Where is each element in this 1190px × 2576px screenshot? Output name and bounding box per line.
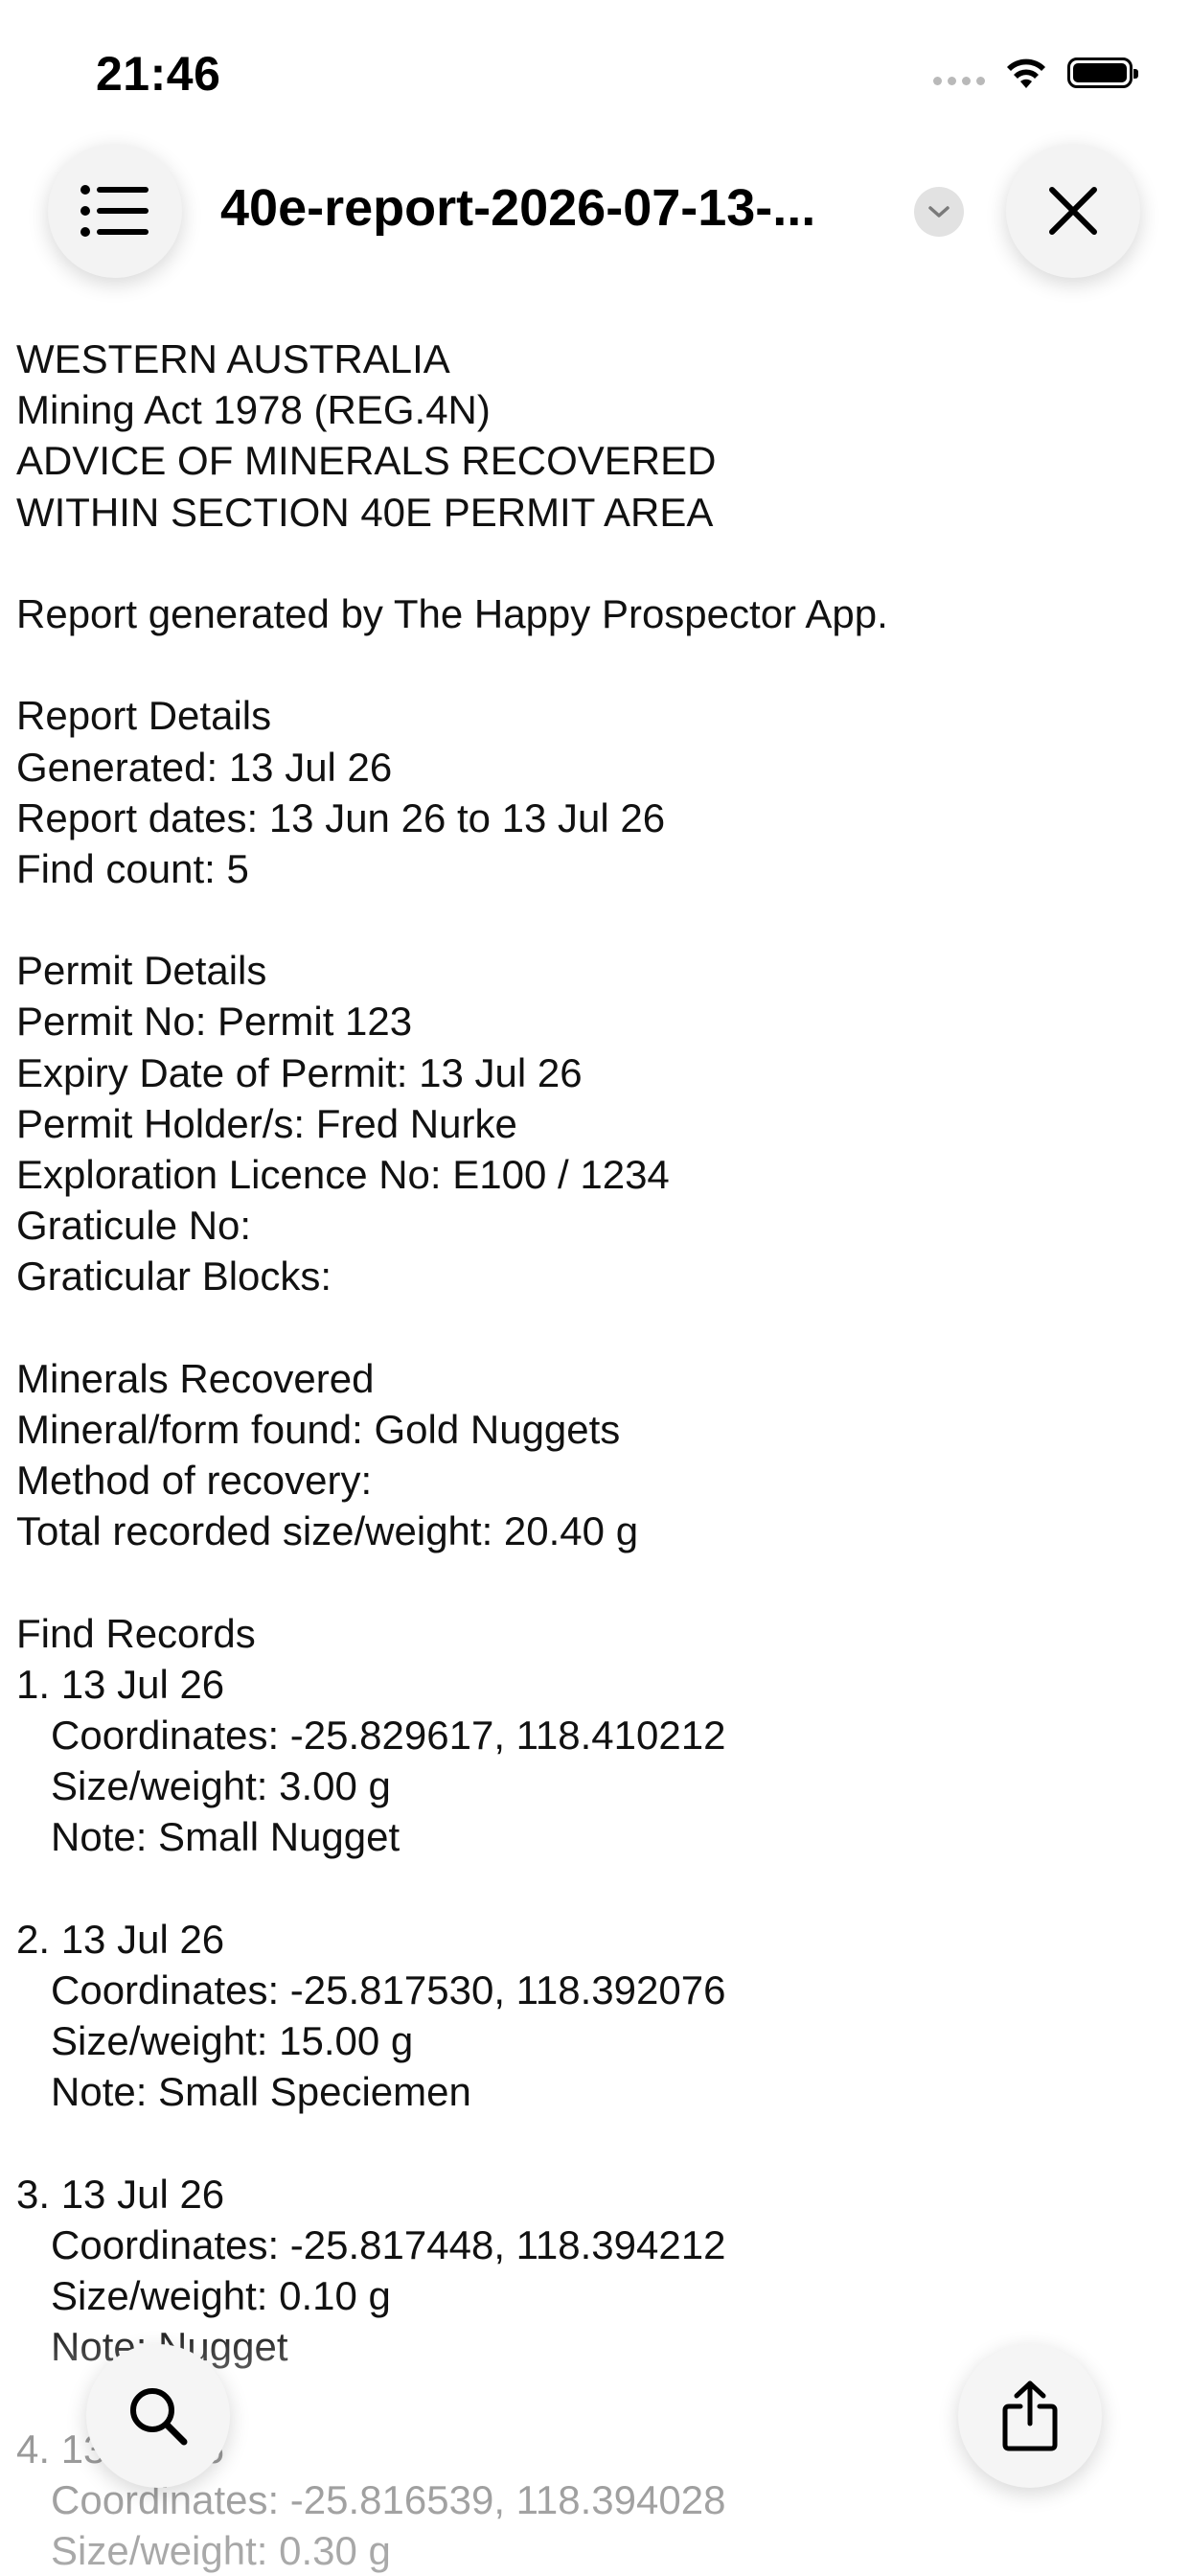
- find-record-size: Size/weight: 0.30 g: [51, 2528, 391, 2574]
- permit-details-title: Permit Details: [16, 948, 267, 994]
- find-record-header: 3. 13 Jul 26: [16, 2171, 225, 2217]
- permit-number: Permit No: Permit 123: [16, 999, 413, 1045]
- find-record-coordinates: Coordinates: -25.816539, 118.394028: [51, 2476, 726, 2522]
- title-menu-button[interactable]: [914, 187, 964, 237]
- exploration-licence: Exploration Licence No: E100 / 1234: [16, 1152, 670, 1197]
- close-button[interactable]: [1006, 144, 1140, 278]
- find-records-title: Find Records: [16, 1610, 256, 1656]
- list-icon: [80, 185, 149, 237]
- document-title[interactable]: 40e-report-2026-07-13-...: [220, 178, 891, 238]
- permit-expiry: Expiry Date of Permit: 13 Jul 26: [16, 1049, 583, 1095]
- report-heading-line: WITHIN SECTION 40E PERMIT AREA: [16, 489, 714, 535]
- mineral-found: Mineral/form found: Gold Nuggets: [16, 1406, 621, 1452]
- find-record-note: Note: Small Nugget: [51, 1814, 400, 1860]
- find-record-coordinates: Coordinates: -25.817530, 118.392076: [51, 1967, 726, 2012]
- status-bar: 21:46: [0, 0, 1190, 144]
- share-icon: [1002, 2380, 1058, 2451]
- wifi-icon: [1007, 58, 1045, 88]
- share-button[interactable]: [958, 2344, 1102, 2488]
- graticular-blocks: Graticular Blocks:: [16, 1254, 332, 1300]
- document-header: 40e-report-2026-07-13-...: [0, 134, 1190, 288]
- find-record-header: 2. 13 Jul 26: [16, 1916, 225, 1962]
- close-icon: [1049, 187, 1097, 235]
- cellular-signal-icon: [933, 76, 985, 85]
- recovery-method: Method of recovery:: [16, 1458, 373, 1504]
- find-record-size: Size/weight: 0.10 g: [51, 2273, 391, 2319]
- report-heading-line: Mining Act 1978 (REG.4N): [16, 387, 491, 433]
- find-record-coordinates: Coordinates: -25.829617, 118.410212: [51, 1713, 726, 1759]
- report-details-title: Report Details: [16, 693, 272, 739]
- permit-holder: Permit Holder/s: Fred Nurke: [16, 1100, 517, 1146]
- report-dates: Report dates: 13 Jun 26 to 13 Jul 26: [16, 794, 666, 840]
- find-record-coordinates: Coordinates: -25.817448, 118.394212: [51, 2221, 726, 2267]
- status-time: 21:46: [96, 47, 221, 101]
- report-heading-line: WESTERN AUSTRALIA: [16, 336, 450, 381]
- outline-menu-button[interactable]: [48, 144, 182, 278]
- generated-date: Generated: 13 Jul 26: [16, 744, 393, 790]
- status-indicators: [933, 54, 1138, 92]
- find-record-size: Size/weight: 15.00 g: [51, 2018, 414, 2064]
- total-weight: Total recorded size/weight: 20.40 g: [16, 1508, 639, 1554]
- chevron-down-icon: [928, 206, 950, 218]
- find-record-header: 1. 13 Jul 26: [16, 1661, 225, 1707]
- graticule-number: Graticule No:: [16, 1203, 252, 1249]
- search-button[interactable]: [86, 2344, 230, 2488]
- generated-by-line: Report generated by The Happy Prospector…: [16, 590, 888, 636]
- search-icon: [130, 2388, 188, 2446]
- find-count: Find count: 5: [16, 845, 249, 891]
- report-heading-line: ADVICE OF MINERALS RECOVERED: [16, 438, 717, 484]
- find-record-note: Note: Small Speciemen: [51, 2069, 471, 2115]
- report-text: WESTERN AUSTRALIA Mining Act 1978 (REG.4…: [16, 334, 1166, 2576]
- minerals-title: Minerals Recovered: [16, 1355, 375, 1401]
- battery-icon: [1067, 58, 1138, 88]
- find-record-size: Size/weight: 3.00 g: [51, 1763, 391, 1809]
